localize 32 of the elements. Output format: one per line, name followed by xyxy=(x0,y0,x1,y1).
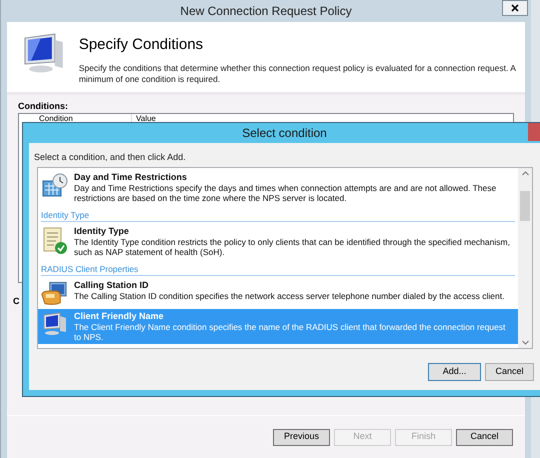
condition-description: The Identity Type condition restricts the policy to only clients that can be identified through the specified mechanism, such as NAP statement of health (SoH). xyxy=(74,237,511,257)
wizard-button[interactable]: Previous xyxy=(273,428,330,446)
window-title: New Connection Request Policy xyxy=(180,3,352,20)
description-label: C xyxy=(13,295,20,308)
phone-computer-icon xyxy=(41,281,68,307)
wizard-button[interactable]: Cancel xyxy=(456,428,513,446)
computer-icon xyxy=(42,312,68,336)
page-heading: Specify Conditions xyxy=(78,36,204,54)
condition-description: The Calling Station ID condition specifies the network access server telephone number dialed by the access client. xyxy=(74,291,504,301)
condition-title: Identity Type xyxy=(74,226,130,237)
document-check-icon xyxy=(42,227,68,255)
close-button[interactable] xyxy=(502,0,528,16)
add-button[interactable]: Add... xyxy=(428,363,481,381)
dialog-title: Select condition xyxy=(242,125,327,142)
condition-title: Calling Station ID xyxy=(74,280,150,291)
condition-title: Client Friendly Name xyxy=(74,311,165,322)
page-description: Specify the conditions that determine whether this connection request policy is evaluated for a connection request. A minimum of one condition is required. xyxy=(78,63,517,85)
close-icon xyxy=(511,4,519,12)
scroll-down-icon[interactable] xyxy=(522,340,528,345)
condition-description: Day and Time Restrictions specify the days and times when connection attempts are and are not allowed. These restrictions are based on the time zone where the NPS server is located. xyxy=(74,183,498,203)
scrollbar[interactable] xyxy=(518,168,532,348)
condition-description: The Client Friendly Name condition specifies the name of the RADIUS client that forwarded the connection request to NPS. xyxy=(74,322,506,342)
scroll-thumb[interactable] xyxy=(520,190,530,221)
condition-title: Day and Time Restrictions xyxy=(74,172,188,183)
group-header: Identity Type xyxy=(41,210,90,220)
group-header: RADIUS Client Properties xyxy=(41,264,138,274)
scroll-up-icon[interactable] xyxy=(522,171,528,176)
cancel-button[interactable]: Cancel xyxy=(485,363,534,381)
column-header[interactable]: Value xyxy=(132,114,156,124)
instruction-text: Select a condition, and then click Add. xyxy=(33,151,187,164)
conditions-label: Conditions: xyxy=(18,101,69,112)
calendar-clock-icon xyxy=(42,173,68,199)
